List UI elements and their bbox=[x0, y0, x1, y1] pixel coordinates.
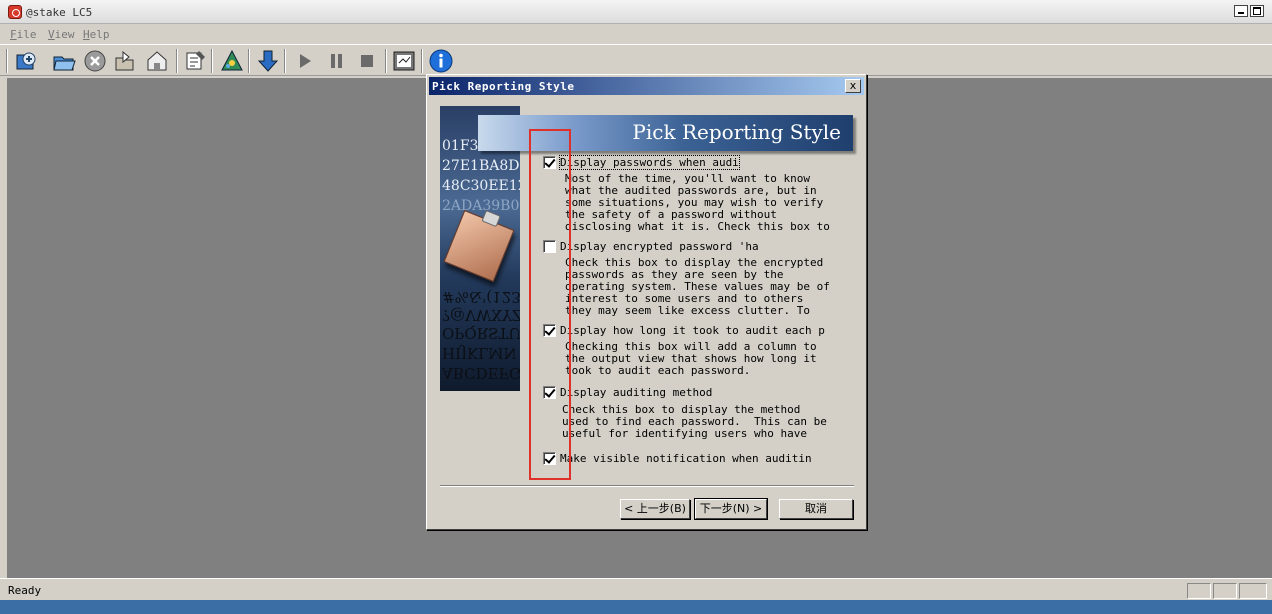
toolbar-separator bbox=[385, 49, 387, 73]
toolbar-separator bbox=[176, 49, 178, 73]
taskbar-strip bbox=[0, 600, 1272, 614]
toolbar-separator bbox=[421, 49, 423, 73]
side-image-text: HIJKLMN bbox=[442, 344, 517, 362]
dialog-close-button[interactable]: x bbox=[845, 79, 861, 93]
app-title: @stake LC5 bbox=[26, 6, 93, 19]
display-passwords-label[interactable]: Display passwords when audi bbox=[559, 155, 740, 170]
toolbar-grip bbox=[6, 49, 8, 73]
maximize-button[interactable] bbox=[1250, 5, 1264, 17]
side-image-text: 2ADA39B0 bbox=[442, 198, 520, 214]
stop-icon[interactable] bbox=[354, 48, 380, 74]
play-icon[interactable] bbox=[292, 48, 318, 74]
dialog-title-bar: Pick Reporting Style x bbox=[429, 77, 864, 95]
status-pane bbox=[1213, 583, 1237, 599]
title-bar: @stake LC5 bbox=[0, 0, 1272, 24]
side-image-text: 48C30EE12 bbox=[442, 178, 520, 194]
open-session-icon[interactable] bbox=[51, 48, 77, 74]
side-image-text: 27E1BA8D bbox=[442, 158, 520, 174]
side-image-text: OPQRSTU bbox=[442, 324, 520, 342]
menu-file[interactable]: File bbox=[10, 28, 37, 41]
import-icon[interactable] bbox=[144, 48, 170, 74]
dialog-title: Pick Reporting Style bbox=[432, 80, 575, 93]
display-audit-time-label[interactable]: Display how long it took to audit each p bbox=[560, 324, 825, 337]
save-session-icon[interactable] bbox=[112, 48, 138, 74]
info-icon[interactable] bbox=[428, 48, 454, 74]
remediate-icon[interactable] bbox=[219, 48, 245, 74]
visible-notification-label[interactable]: Make visible notification when auditin bbox=[560, 452, 812, 465]
status-pane bbox=[1239, 583, 1267, 599]
padlock-chip-image bbox=[443, 209, 515, 283]
minimize-button[interactable] bbox=[1234, 5, 1248, 17]
status-text: Ready bbox=[8, 584, 42, 597]
display-auditing-method-label[interactable]: Display auditing method bbox=[560, 386, 712, 399]
menu-bar: File View Help bbox=[0, 25, 1272, 44]
side-image-text: ABCDEFG bbox=[442, 364, 520, 382]
display-auditing-method-description: Check this box to display the method use… bbox=[562, 403, 827, 440]
display-encrypted-hash-description: Check this box to display the encrypted … bbox=[565, 256, 830, 317]
app-icon bbox=[8, 5, 22, 19]
next-button[interactable]: 下一步(N) > bbox=[694, 498, 768, 520]
toolbar bbox=[0, 44, 1272, 76]
side-image-text: #%&'(12345678 bbox=[442, 288, 520, 306]
display-passwords-description: Most of the time, you'll want to know wh… bbox=[565, 172, 830, 233]
cancel-button[interactable]: 取消 bbox=[779, 499, 853, 519]
toolbar-separator bbox=[211, 49, 213, 73]
dialog-divider bbox=[440, 485, 854, 487]
toolbar-separator bbox=[248, 49, 250, 73]
status-pane bbox=[1187, 583, 1211, 599]
pause-icon[interactable] bbox=[323, 48, 349, 74]
display-encrypted-hash-label[interactable]: Display encrypted password 'ha bbox=[560, 240, 759, 253]
menu-view[interactable]: View bbox=[48, 28, 75, 41]
highlight-box bbox=[529, 129, 571, 480]
menu-help[interactable]: Help bbox=[83, 28, 110, 41]
back-button[interactable]: < 上一步(B) bbox=[620, 499, 690, 519]
download-icon[interactable] bbox=[255, 48, 281, 74]
banner-title: Pick Reporting Style bbox=[632, 120, 841, 144]
display-audit-time-description: Checking this box will add a column to t… bbox=[565, 340, 817, 377]
close-session-icon[interactable] bbox=[82, 48, 108, 74]
new-session-icon[interactable] bbox=[14, 48, 40, 74]
side-image-text: ?@VWXYZ01 bbox=[442, 306, 520, 324]
report-icon[interactable] bbox=[391, 48, 417, 74]
pick-reporting-style-dialog: Pick Reporting Style x 01F3D6C0 27E1BA8D… bbox=[426, 74, 867, 530]
toolbar-separator bbox=[284, 49, 286, 73]
session-options-icon[interactable] bbox=[182, 48, 208, 74]
status-bar: Ready bbox=[0, 578, 1272, 600]
